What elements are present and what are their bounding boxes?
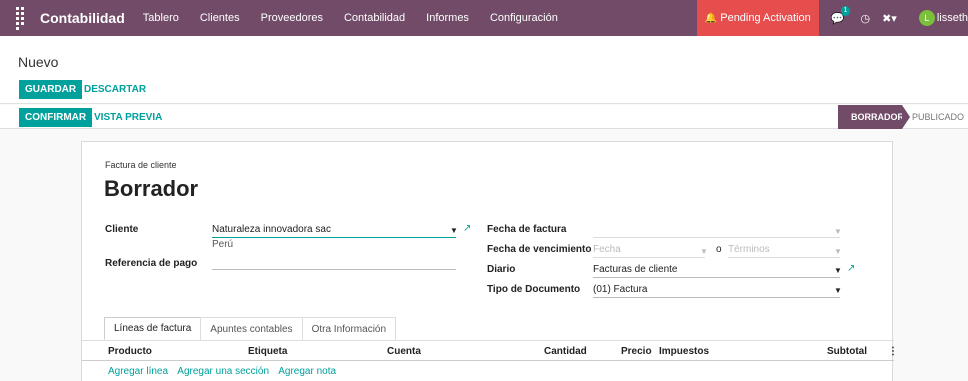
apps-menu-icon[interactable] <box>16 6 28 30</box>
save-button[interactable]: GUARDAR <box>19 80 83 99</box>
debug-tools-icon[interactable]: ✖▾ <box>882 12 897 25</box>
external-link-icon[interactable]: ↗ <box>463 223 471 234</box>
tab-lineas-factura[interactable]: Líneas de factura <box>104 317 202 340</box>
fecha-vencimiento-label: Fecha de vencimiento <box>487 244 592 255</box>
diario-label: Diario <box>487 264 516 275</box>
add-note-link[interactable]: Agregar nota <box>278 366 336 377</box>
document-type: Factura de cliente <box>105 160 177 170</box>
menu-configuracion[interactable]: Configuración <box>490 12 558 24</box>
add-line-link[interactable]: Agregar línea <box>108 366 168 377</box>
referencia-pago-label: Referencia de pago <box>105 258 198 269</box>
preview-button[interactable]: VISTA PREVIA <box>88 108 168 127</box>
col-impuestos[interactable]: Impuestos <box>659 346 709 357</box>
add-lines-actions: Agregar línea Agregar una sección Agrega… <box>108 366 343 377</box>
stage-publicado[interactable]: PUBLICADO <box>912 105 964 129</box>
menu-informes[interactable]: Informes <box>426 12 469 24</box>
tab-apuntes-contables[interactable]: Apuntes contables <box>200 317 303 340</box>
tipo-documento-dropdown-icon[interactable]: ▼ <box>834 286 842 295</box>
col-subtotal[interactable]: Subtotal <box>827 346 867 357</box>
fecha-vencimiento-dropdown-icon[interactable]: ▼ <box>700 247 708 256</box>
fecha-vencimiento-field[interactable]: Fecha <box>593 244 705 258</box>
control-panel: Nuevo GUARDAR DESCARTAR <box>0 36 968 104</box>
menu-clientes[interactable]: Clientes <box>200 12 240 24</box>
menu-contabilidad[interactable]: Contabilidad <box>344 12 405 24</box>
menu-proveedores[interactable]: Proveedores <box>261 12 323 24</box>
terminos-dropdown-icon[interactable]: ▼ <box>834 247 842 256</box>
top-navbar: Contabilidad Tablero Clientes Proveedore… <box>0 0 968 36</box>
messages-badge: 1 <box>840 5 851 16</box>
pending-activation-label: Pending Activation <box>720 12 811 24</box>
fecha-factura-label: Fecha de factura <box>487 224 567 235</box>
activity-clock-icon[interactable]: ◷ <box>860 12 870 25</box>
invoice-lines-header: Producto Etiqueta Cuenta Cantidad Precio… <box>82 341 898 361</box>
col-cuenta[interactable]: Cuenta <box>387 346 421 357</box>
or-separator: o <box>716 244 722 255</box>
bell-icon: 🔔 <box>704 12 718 24</box>
tipo-documento-field[interactable]: (01) Factura <box>593 284 840 298</box>
tab-otra-informacion[interactable]: Otra Información <box>301 317 397 340</box>
breadcrumb: Nuevo <box>18 54 59 70</box>
diario-external-link-icon[interactable]: ↗ <box>847 263 855 274</box>
invoice-form-sheet: Factura de cliente Borrador Cliente Natu… <box>81 141 898 381</box>
discard-button[interactable]: DESCARTAR <box>78 80 152 99</box>
status-bar: CONFIRMAR VISTA PREVIA BORRADOR PUBLICAD… <box>0 105 968 129</box>
confirm-button[interactable]: CONFIRMAR <box>19 108 93 127</box>
stage-borrador: BORRADOR <box>838 105 910 129</box>
add-section-link[interactable]: Agregar una sección <box>177 366 269 377</box>
pending-activation-button[interactable]: 🔔 Pending Activation <box>696 0 819 36</box>
app-brand[interactable]: Contabilidad <box>40 10 125 26</box>
tipo-documento-label: Tipo de Documento <box>487 284 581 295</box>
diario-dropdown-icon[interactable]: ▼ <box>834 266 842 275</box>
col-producto[interactable]: Producto <box>108 346 152 357</box>
menu-tablero[interactable]: Tablero <box>143 12 179 24</box>
col-precio[interactable]: Precio <box>621 346 652 357</box>
cliente-dropdown-icon[interactable]: ▼ <box>450 226 458 235</box>
diario-field[interactable]: Facturas de cliente <box>593 264 840 278</box>
messages-icon[interactable]: 💬 1 <box>831 5 851 25</box>
avatar[interactable]: L <box>918 10 935 26</box>
fecha-factura-field[interactable] <box>593 224 840 238</box>
cliente-country: Perú <box>212 239 234 250</box>
col-cantidad[interactable]: Cantidad <box>544 346 587 357</box>
terminos-field[interactable]: Términos <box>728 244 840 258</box>
cliente-label: Cliente <box>105 224 139 235</box>
user-name[interactable]: lisseth <box>937 12 968 24</box>
tab-bar: Líneas de factura Apuntes contables Otra… <box>104 317 397 340</box>
fecha-factura-dropdown-icon[interactable]: ▼ <box>834 227 842 236</box>
col-etiqueta[interactable]: Etiqueta <box>248 346 287 357</box>
referencia-pago-field[interactable] <box>212 256 456 270</box>
column-options-icon[interactable]: ⋮ <box>888 346 898 357</box>
page-title: Borrador <box>104 176 199 201</box>
cliente-field[interactable]: Naturaleza innovadora sac <box>212 224 456 238</box>
